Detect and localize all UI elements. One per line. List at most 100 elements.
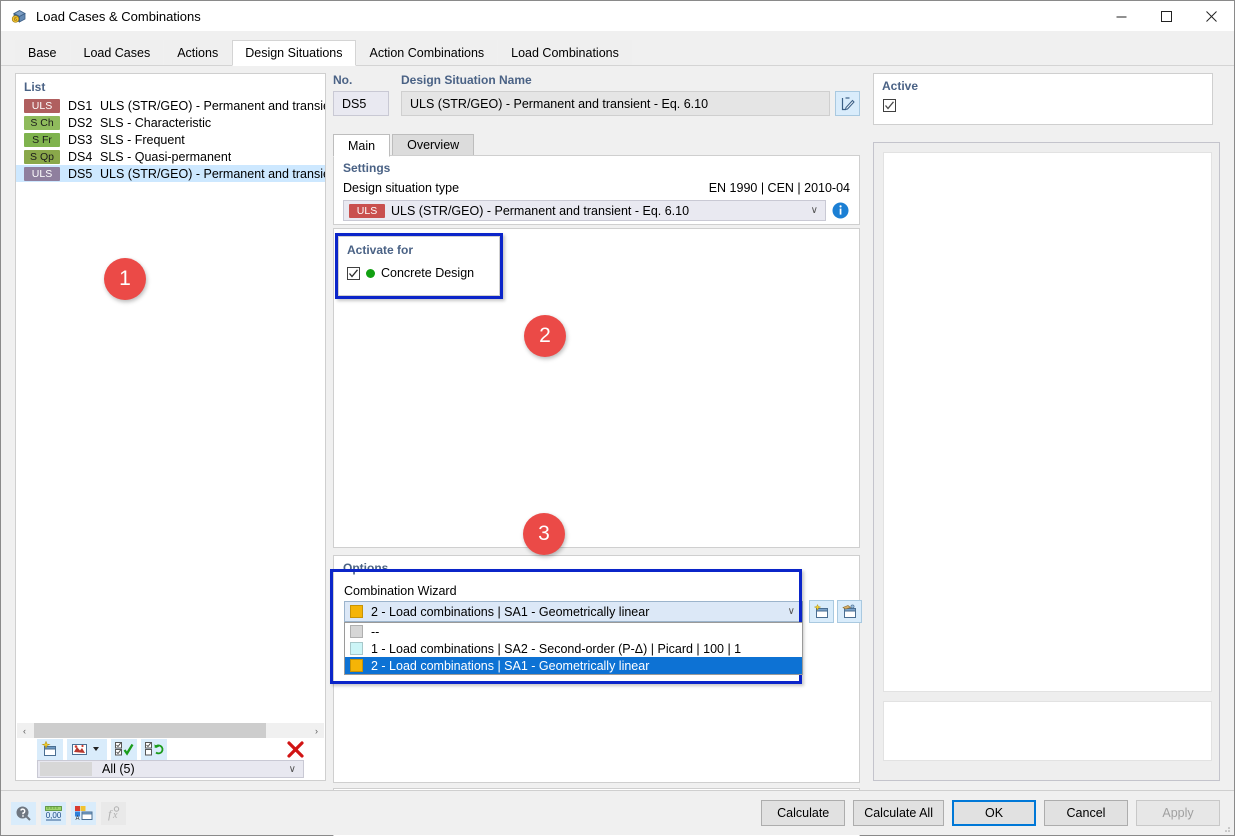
svg-text:A: A [75, 816, 79, 822]
list-horizontal-scrollbar[interactable]: ‹ › [17, 723, 324, 738]
situation-type-badge: S Qp [24, 149, 60, 164]
delete-button[interactable] [282, 739, 308, 760]
chevron-down-icon[interactable]: ∨ [289, 764, 296, 775]
ok-button[interactable]: OK [952, 800, 1036, 826]
design-situation-number-value: DS5 [342, 96, 367, 111]
situation-name: SLS - Quasi-permanent [100, 149, 232, 164]
design-situation-name-field[interactable]: ULS (STR/GEO) - Permanent and transient … [401, 91, 830, 116]
main-tab-strip: Base Load Cases Actions Design Situation… [1, 31, 1234, 66]
display-properties-icon[interactable]: A [71, 801, 96, 825]
tab-overview[interactable]: Overview [392, 134, 475, 156]
tab-base[interactable]: Base [15, 40, 70, 65]
design-situation-detail-panel: No. Design Situation Name DS5 ULS (STR/G… [330, 73, 869, 836]
resize-grip-icon[interactable] [1221, 823, 1231, 833]
maximize-button[interactable] [1144, 1, 1189, 31]
scroll-right-icon[interactable]: › [309, 723, 324, 738]
cancel-button[interactable]: Cancel [1044, 800, 1128, 826]
tab-actions[interactable]: Actions [164, 40, 232, 65]
no-legend: No. [333, 73, 353, 87]
situation-type-badge: ULS [24, 98, 60, 113]
dropdown-option-selected[interactable]: 2 - Load combinations | SA1 - Geometrica… [345, 657, 802, 674]
svg-text:x: x [112, 810, 118, 821]
design-situation-name-legend: Design Situation Name [401, 73, 532, 87]
design-situation-number-field[interactable]: DS5 [333, 91, 389, 116]
list-legend: List [24, 80, 46, 94]
filter-label: All (5) [102, 762, 135, 776]
combination-wizard-value: 2 - Load combinations | SA1 - Geometrica… [371, 604, 650, 619]
edit-pencil-icon[interactable] [835, 91, 860, 116]
dropdown-option[interactable]: 1 - Load combinations | SA2 - Second-ord… [345, 640, 802, 657]
window-title: Load Cases & Combinations [36, 8, 201, 24]
concrete-design-label: Concrete Design [381, 266, 475, 280]
annotation-marker-2: 2 [524, 315, 566, 357]
annotation-marker-1: 1 [104, 258, 146, 300]
settings-legend: Settings [343, 161, 391, 175]
preview-area-bottom [883, 701, 1212, 761]
situation-number: DS4 [68, 149, 93, 164]
active-checkbox-wrapper[interactable] [883, 99, 896, 112]
options-legend: Options [343, 561, 389, 575]
active-checkbox[interactable] [883, 99, 896, 112]
chevron-down-icon[interactable]: ∨ [811, 205, 818, 216]
invert-selection-button[interactable] [141, 738, 167, 760]
chevron-down-icon[interactable]: ∨ [788, 606, 795, 617]
combination-wizard-select[interactable]: 2 - Load combinations | SA1 - Geometrica… [344, 601, 803, 622]
list-item[interactable]: S Qp DS4 SLS - Quasi-permanent [16, 148, 325, 165]
situation-type-badge: S Ch [24, 115, 60, 130]
help-icon[interactable] [11, 801, 36, 825]
app-cube-icon: 6 [11, 8, 28, 25]
title-bar: 6 Load Cases & Combinations [1, 1, 1234, 31]
situation-name: ULS (STR/GEO) - Permanent and transient … [100, 98, 325, 113]
situation-type-badge: S Fr [24, 132, 60, 147]
situation-number: DS2 [68, 115, 93, 130]
tab-main[interactable]: Main [333, 134, 391, 157]
situation-number: DS1 [68, 98, 93, 113]
bottom-icon-group: 0,00 A f x [11, 801, 126, 825]
close-button[interactable] [1189, 1, 1234, 31]
dropdown-option[interactable]: -- [345, 623, 802, 640]
select-all-button[interactable] [111, 738, 137, 760]
new-wizard-icon[interactable] [809, 600, 834, 623]
load-cases-combinations-window: 6 Load Cases & Combinations Base Load Ca… [0, 0, 1235, 836]
edit-wizard-icon[interactable] [837, 600, 862, 623]
minimize-button[interactable] [1099, 1, 1144, 31]
active-legend: Active [882, 79, 919, 93]
tab-load-cases[interactable]: Load Cases [70, 40, 164, 65]
situation-name: SLS - Characteristic [100, 115, 212, 130]
list-filter-dropdown[interactable]: All (5) ∨ [37, 760, 304, 778]
design-situations-list[interactable]: ULS DS1 ULS (STR/GEO) - Permanent and tr… [16, 97, 325, 182]
info-icon[interactable] [830, 200, 851, 221]
concrete-design-row[interactable]: Concrete Design [347, 266, 474, 280]
design-situation-type-label: Design situation type [343, 181, 460, 195]
calculate-all-button[interactable]: Calculate All [853, 800, 944, 826]
design-situation-type-select[interactable]: ULS ULS (STR/GEO) - Permanent and transi… [343, 200, 826, 221]
list-item[interactable]: ULS DS1 ULS (STR/GEO) - Permanent and tr… [16, 97, 325, 114]
tab-load-combinations[interactable]: Load Combinations [498, 40, 632, 65]
detail-tab-strip: Main Overview [333, 132, 869, 157]
import-design-situation-button[interactable] [67, 738, 107, 760]
active-group: Active [873, 73, 1213, 125]
list-item[interactable]: S Fr DS3 SLS - Frequent [16, 131, 325, 148]
list-item[interactable]: S Ch DS2 SLS - Characteristic [16, 114, 325, 131]
formula-icon: f x [101, 801, 126, 825]
calculate-button[interactable]: Calculate [761, 800, 846, 826]
list-toolbar [17, 738, 324, 760]
new-design-situation-button[interactable] [37, 738, 63, 760]
bottom-bar: 0,00 A f x Calculate Calculate All OK Ca… [1, 790, 1234, 835]
svg-text:0,00: 0,00 [46, 811, 62, 820]
combination-wizard-dropdown-list[interactable]: -- 1 - Load combinations | SA2 - Second-… [344, 622, 803, 675]
scroll-left-icon[interactable]: ‹ [17, 723, 32, 738]
list-item-selected[interactable]: ULS DS5 ULS (STR/GEO) - Permanent and tr… [16, 165, 325, 182]
situation-name: ULS (STR/GEO) - Permanent and transient … [100, 166, 325, 181]
settings-group: Settings Design situation type EN 1990 |… [333, 155, 860, 225]
situation-number: DS5 [68, 166, 93, 181]
svg-text:6: 6 [14, 17, 17, 23]
tab-design-situations[interactable]: Design Situations [232, 40, 356, 66]
scrollbar-thumb[interactable] [34, 723, 266, 738]
situation-type-badge: ULS [24, 166, 60, 181]
tab-action-combinations[interactable]: Action Combinations [356, 40, 498, 65]
right-preview-group [873, 142, 1220, 781]
concrete-design-checkbox[interactable] [347, 266, 360, 280]
activate-for-legend: Activate for [347, 243, 414, 257]
numeric-format-icon[interactable]: 0,00 [41, 801, 66, 825]
